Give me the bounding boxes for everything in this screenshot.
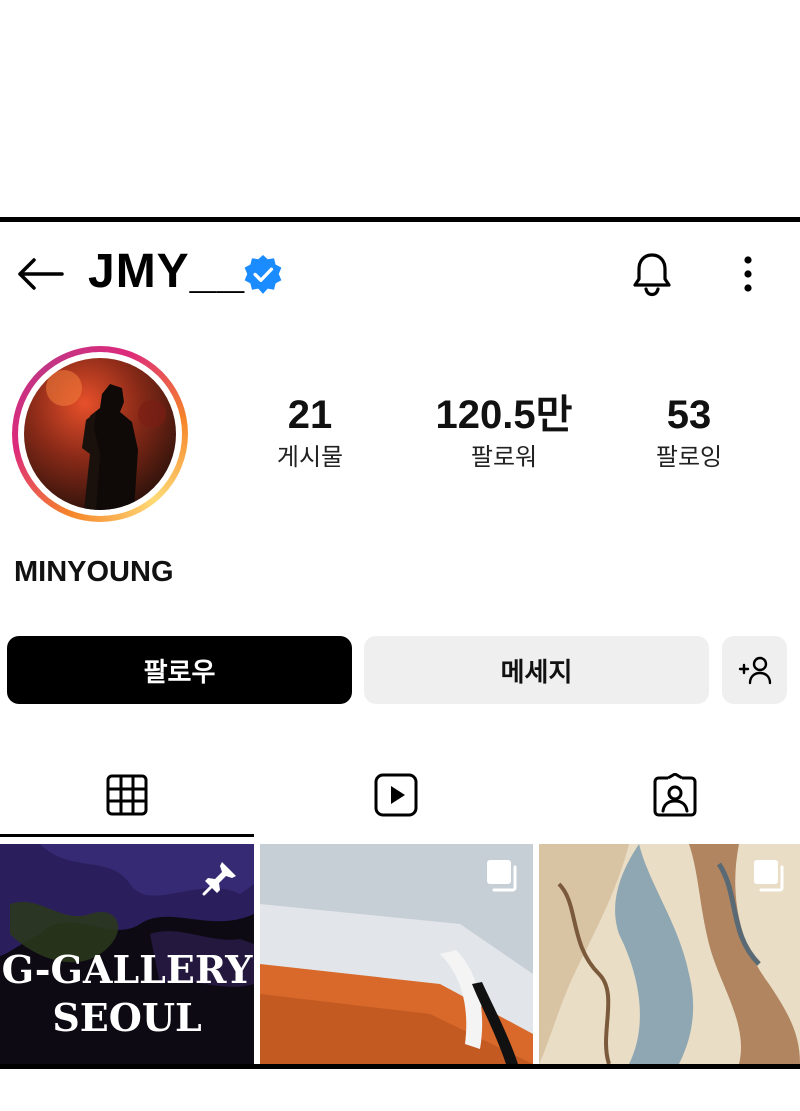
back-arrow-icon (18, 258, 64, 290)
story-ring[interactable] (12, 346, 188, 522)
more-options-button[interactable] (726, 250, 770, 298)
stat-posts[interactable]: 21 게시물 (235, 390, 385, 474)
avatar-image (24, 358, 176, 510)
profile-header: JMY__ (0, 222, 800, 322)
tab-reels[interactable] (269, 752, 523, 838)
notifications-button[interactable] (628, 250, 676, 298)
grid-icon (106, 774, 148, 816)
active-tab-indicator (0, 834, 254, 837)
carousel-icon (487, 860, 517, 892)
reels-icon (374, 773, 418, 817)
post-tile-2[interactable] (260, 844, 533, 1064)
followers-label: 팔로워 (470, 443, 538, 471)
pin-icon (202, 862, 236, 896)
suggested-users-button[interactable] (722, 636, 787, 704)
tagged-icon (653, 773, 697, 817)
carousel-icon (754, 860, 784, 892)
add-person-icon (738, 656, 771, 685)
avatar (24, 358, 176, 510)
following-count: 53 (666, 393, 712, 437)
verified-badge-icon (244, 255, 282, 294)
blank-top-area (0, 0, 800, 217)
posts-count: 21 (287, 393, 333, 437)
tab-posts[interactable] (0, 752, 254, 838)
stat-followers[interactable]: 120.5만 팔로워 (429, 390, 579, 474)
followers-count: 120.5만 (435, 393, 573, 437)
message-button[interactable]: 메세지 (364, 636, 709, 704)
post-title-line2: SEOUL (52, 995, 202, 1040)
posts-label: 게시물 (276, 443, 344, 471)
bottom-divider (0, 1064, 800, 1069)
profile-tabs (0, 752, 800, 838)
follow-label: 팔로우 (143, 657, 216, 688)
profile-username: JMY__ (88, 245, 246, 298)
post-title-line1: G-GALLERY (1, 947, 253, 992)
message-label: 메세지 (500, 657, 573, 688)
post-tile-1[interactable]: G-GALLERY SEOUL (0, 844, 254, 1064)
post-grid: G-GALLERY SEOUL (0, 840, 800, 1064)
back-button[interactable] (14, 254, 66, 294)
post-tile-3[interactable] (539, 844, 800, 1064)
tab-tagged[interactable] (548, 752, 800, 838)
display-name: MINYOUNG (14, 556, 174, 588)
more-vertical-icon (744, 256, 752, 292)
follow-button[interactable]: 팔로우 (7, 636, 352, 704)
stat-following[interactable]: 53 팔로잉 (614, 390, 764, 474)
following-label: 팔로잉 (655, 443, 723, 471)
bell-icon (633, 253, 671, 297)
